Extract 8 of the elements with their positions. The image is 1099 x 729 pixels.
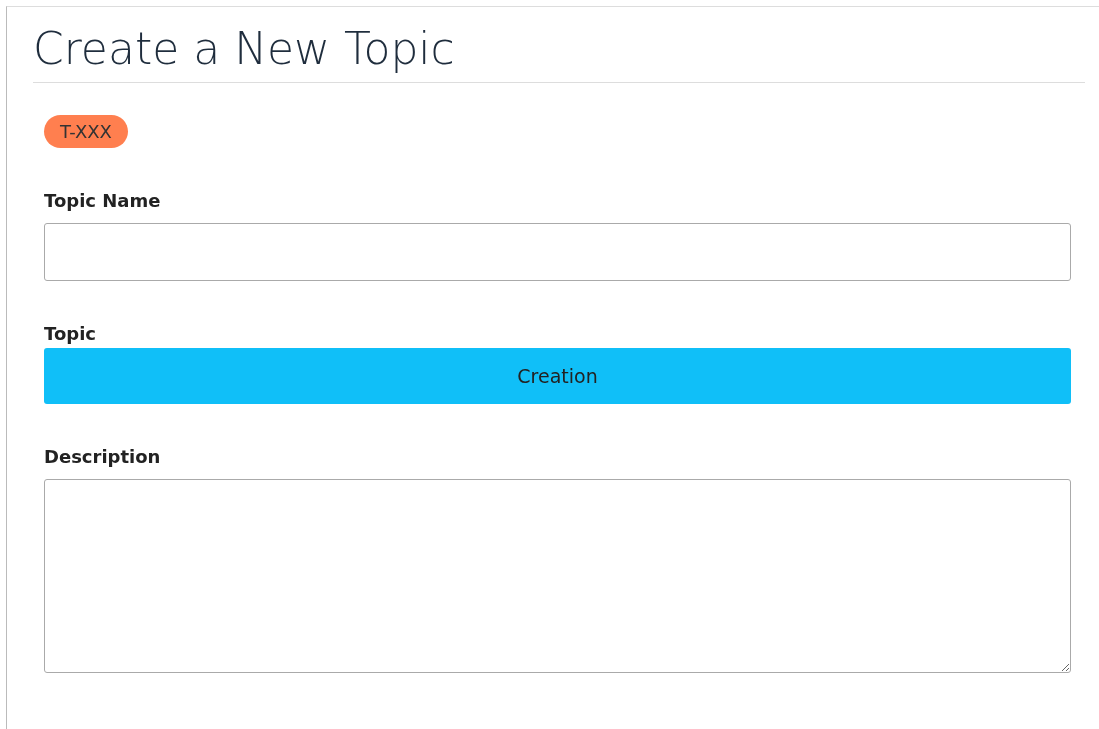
field-label: Topic — [44, 323, 97, 344]
description-field[interactable] — [44, 479, 1071, 673]
page-title: Create a New Topic — [33, 7, 1085, 83]
field-label: Topic Name — [44, 190, 162, 211]
field-label: Description — [44, 446, 162, 467]
topic-button[interactable]: Creation — [44, 348, 1071, 404]
input-field[interactable] — [44, 223, 1071, 281]
id-badge: T-XXX — [44, 115, 128, 148]
